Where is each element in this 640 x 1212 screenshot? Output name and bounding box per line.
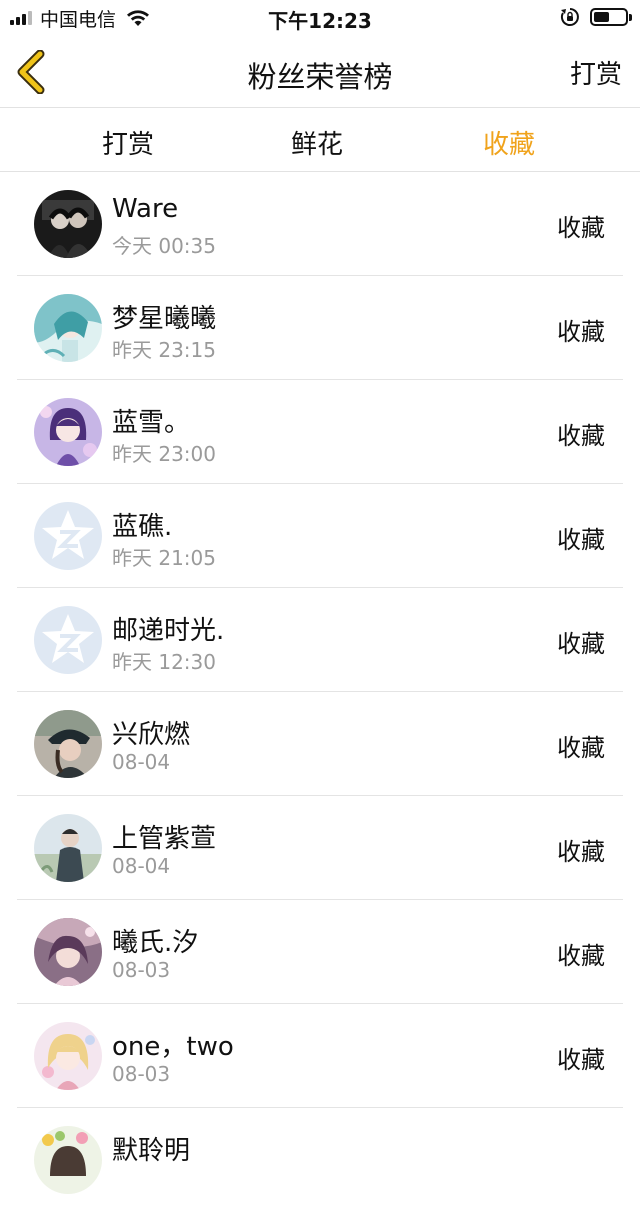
action-label: 收藏: [557, 422, 605, 450]
user-time: 昨天 23:00: [112, 442, 216, 466]
list-item[interactable]: 上管紫萱 08-04 收藏: [17, 796, 623, 900]
action-label: 收藏: [557, 1046, 605, 1074]
list-item[interactable]: 梦星曦曦 昨天 23:15 收藏: [17, 276, 623, 380]
user-name: 蓝雪。: [112, 408, 191, 438]
tab-reward[interactable]: 打赏: [102, 124, 154, 161]
user-time: 今天 00:35: [112, 234, 216, 258]
avatar: [34, 190, 102, 258]
avatar: [34, 398, 102, 466]
action-label: 收藏: [557, 734, 605, 762]
action-label: 收藏: [557, 942, 605, 970]
action-label: 收藏: [557, 630, 605, 658]
tab-favorites[interactable]: 收藏: [483, 124, 535, 161]
status-bar: 中国电信 下午12:23: [0, 0, 640, 36]
list-item[interactable]: 默聆明: [17, 1108, 623, 1212]
action-label: 收藏: [557, 214, 605, 242]
user-time: 08-03: [112, 958, 171, 982]
user-name: 蓝礁.: [112, 512, 173, 542]
user-time: 08-03: [112, 1062, 171, 1086]
list-item[interactable]: Ware 今天 00:35 收藏: [17, 172, 623, 276]
list-item[interactable]: 兴欣燃 08-04 收藏: [17, 692, 623, 796]
battery-icon: [590, 8, 632, 26]
user-time: 08-04: [112, 854, 171, 878]
avatar: [34, 1022, 102, 1090]
list-item[interactable]: one，two 08-03 收藏: [17, 1004, 623, 1108]
user-time: 昨天 23:15: [112, 338, 216, 362]
action-label: 收藏: [557, 838, 605, 866]
list-item[interactable]: 曦氏.汐 08-03 收藏: [17, 900, 623, 1004]
user-time: 08-04: [112, 750, 171, 774]
user-name: one，two: [112, 1032, 234, 1062]
status-time: 下午12:23: [268, 9, 372, 33]
reward-button[interactable]: 打赏: [570, 54, 622, 91]
avatar: [34, 918, 102, 986]
user-name: 兴欣燃: [112, 720, 191, 750]
action-label: 收藏: [557, 526, 605, 554]
tab-bar: 打赏 鲜花 收藏: [0, 108, 640, 172]
avatar: [34, 710, 102, 778]
user-time: 昨天 12:30: [112, 650, 216, 674]
user-name: 上管紫萱: [112, 824, 217, 854]
nav-bar: 粉丝荣誉榜 打赏: [0, 36, 640, 108]
user-time: 昨天 21:05: [112, 546, 216, 570]
avatar: [34, 1126, 102, 1194]
action-label: 收藏: [557, 318, 605, 346]
user-name: 默聆明: [112, 1136, 191, 1166]
user-name: 梦星曦曦: [112, 304, 217, 334]
default-avatar-icon: [34, 606, 102, 674]
avatar: [34, 814, 102, 882]
list-item[interactable]: 蓝雪。 昨天 23:00 收藏: [17, 380, 623, 484]
list-item[interactable]: 蓝礁. 昨天 21:05 收藏: [17, 484, 623, 588]
page-title: 粉丝荣誉榜: [247, 60, 393, 94]
rotation-lock-icon: [560, 8, 579, 26]
default-avatar-icon: [34, 502, 102, 570]
list-item[interactable]: 邮递时光. 昨天 12:30 收藏: [17, 588, 623, 692]
user-name: Ware: [112, 194, 179, 224]
user-name: 邮递时光.: [112, 616, 225, 646]
status-right: [560, 7, 632, 27]
fan-list: Ware 今天 00:35 收藏 梦星曦曦 昨天 23:15 收藏 蓝雪。 昨天…: [0, 172, 640, 1212]
tab-flowers[interactable]: 鲜花: [291, 124, 343, 161]
user-name: 曦氏.汐: [112, 928, 199, 958]
avatar: [34, 294, 102, 362]
